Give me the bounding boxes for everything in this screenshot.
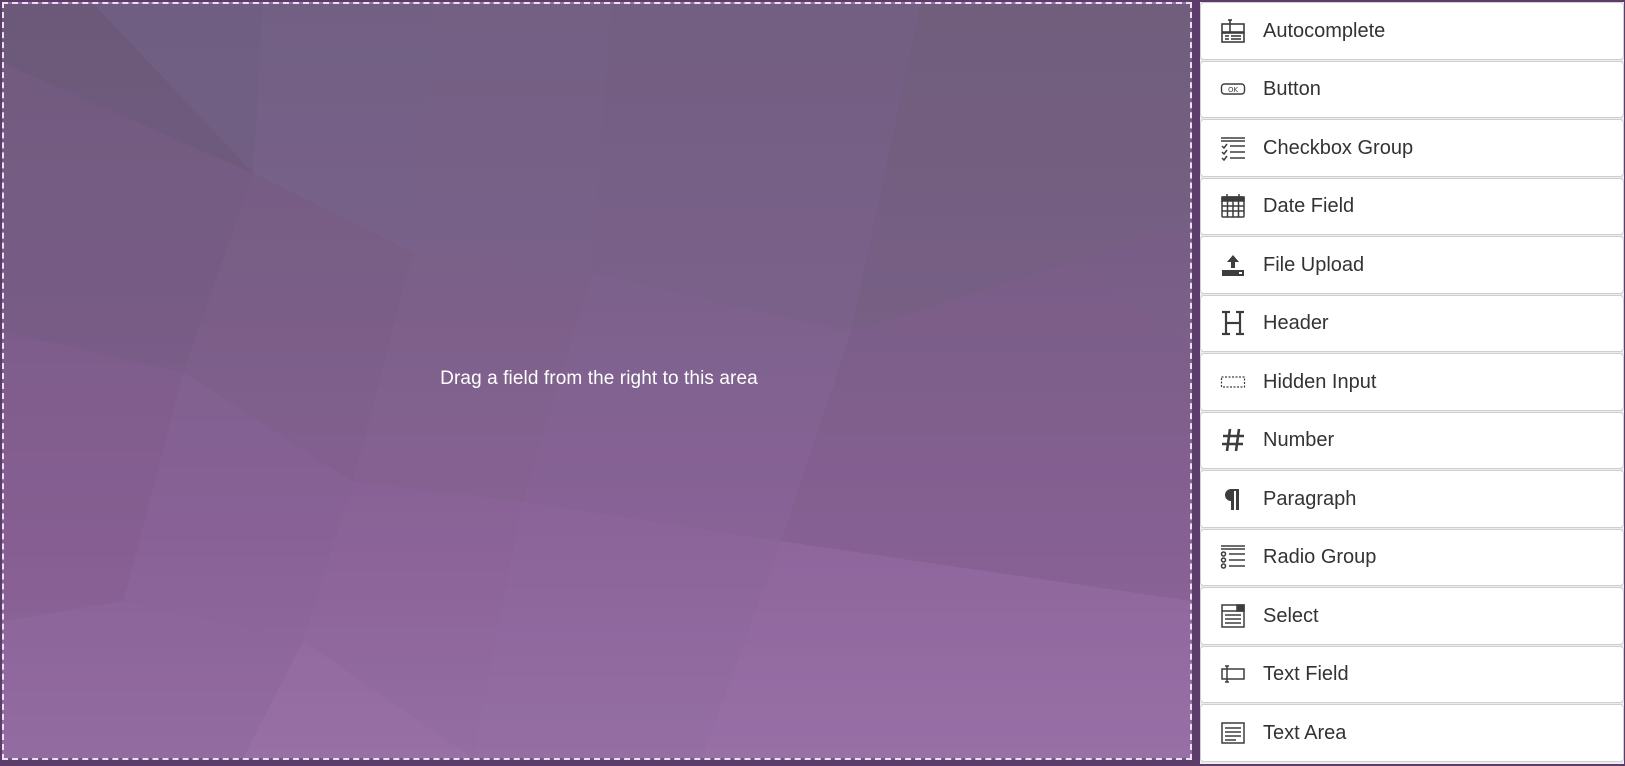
calendar-icon [1220, 193, 1246, 219]
header-icon [1220, 310, 1246, 336]
field-label: Header [1263, 312, 1329, 335]
radio-group-icon [1220, 544, 1246, 570]
field-paragraph[interactable]: Paragraph [1200, 470, 1624, 528]
drop-area-hint: Drag a field from the right to this area [440, 368, 758, 389]
field-select[interactable]: Select [1200, 587, 1624, 645]
text-field-icon [1220, 661, 1246, 687]
form-builder: Drag a field from the right to this area… [0, 0, 1625, 766]
field-label: Checkbox Group [1263, 136, 1414, 159]
field-checkbox-group[interactable]: Checkbox Group [1200, 119, 1624, 177]
text-area-icon [1220, 720, 1246, 746]
field-label: Hidden Input [1263, 370, 1377, 393]
field-hidden-input[interactable]: Hidden Input [1200, 353, 1624, 411]
field-text-field[interactable]: Text Field [1200, 645, 1624, 703]
field-label: Select [1263, 604, 1319, 627]
svg-text:OK: OK [1228, 86, 1239, 94]
field-label: Text Field [1263, 663, 1349, 686]
button-icon: OK [1220, 76, 1246, 102]
field-label: Date Field [1263, 195, 1355, 218]
checkbox-group-icon [1220, 135, 1246, 161]
hidden-input-icon [1220, 369, 1246, 395]
hash-icon [1220, 427, 1246, 453]
field-autocomplete[interactable]: Autocomplete [1200, 2, 1624, 60]
autocomplete-icon [1220, 18, 1246, 44]
field-palette: Autocomplete OK Button Checkbox Group Da… [1200, 2, 1624, 764]
field-button[interactable]: OK Button [1200, 60, 1624, 118]
field-radio-group[interactable]: Radio Group [1200, 528, 1624, 586]
field-label: Number [1263, 429, 1335, 452]
field-number[interactable]: Number [1200, 411, 1624, 469]
field-text-area[interactable]: Text Area [1200, 704, 1624, 762]
select-icon [1220, 603, 1246, 629]
field-label: Text Area [1263, 721, 1347, 744]
upload-icon [1220, 252, 1246, 278]
field-label: Button [1263, 78, 1321, 101]
field-file-upload[interactable]: File Upload [1200, 236, 1624, 294]
field-header[interactable]: Header [1200, 294, 1624, 352]
field-label: Radio Group [1263, 546, 1377, 569]
form-drop-area[interactable]: Drag a field from the right to this area [2, 2, 1192, 760]
field-label: Paragraph [1263, 487, 1357, 510]
paragraph-icon [1220, 486, 1246, 512]
field-label: File Upload [1263, 253, 1365, 276]
field-date[interactable]: Date Field [1200, 177, 1624, 235]
field-label: Autocomplete [1263, 19, 1386, 42]
